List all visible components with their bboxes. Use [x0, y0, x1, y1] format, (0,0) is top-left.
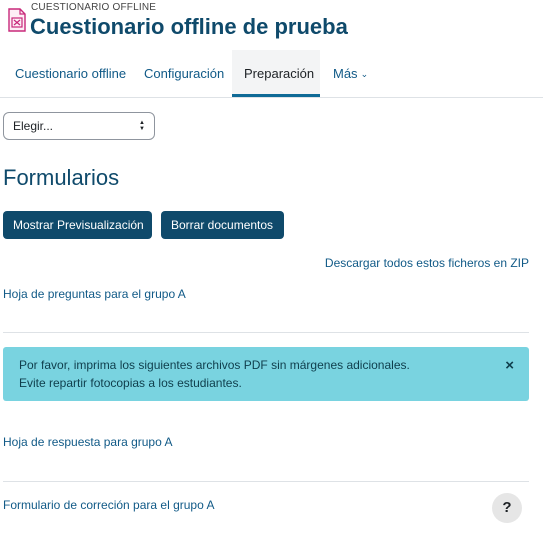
activity-type-label: CUESTIONARIO OFFLINE	[31, 2, 157, 13]
show-preview-button[interactable]: Mostrar Previsualización	[3, 211, 152, 239]
offline-quiz-icon	[8, 8, 26, 32]
divider	[3, 481, 529, 482]
page: CUESTIONARIO OFFLINE Cuestionario offlin…	[0, 0, 543, 539]
info-alert: Por favor, imprima los siguientes archiv…	[3, 347, 529, 401]
divider	[3, 332, 529, 333]
answer-sheet-link[interactable]: Hoja de respuesta para grupo A	[3, 435, 172, 449]
jump-select-value: Elegir...	[13, 119, 54, 133]
correction-form-link[interactable]: Formulario de correción para el grupo A	[3, 498, 214, 512]
secondary-navigation: Cuestionario offline Configuración Prepa…	[0, 50, 543, 98]
close-icon[interactable]: ×	[505, 357, 514, 375]
alert-line-2: Evite repartir fotocopias a los estudian…	[19, 376, 242, 390]
tab-configuracion[interactable]: Configuración	[132, 50, 236, 97]
question-sheet-link[interactable]: Hoja de preguntas para el grupo A	[3, 287, 186, 301]
chevron-down-icon: ⌄	[360, 69, 369, 79]
alert-line-1: Por favor, imprima los siguientes archiv…	[19, 358, 410, 372]
help-button[interactable]: ?	[492, 493, 522, 523]
tab-mas-label: Más	[333, 66, 358, 81]
tab-mas[interactable]: Más ⌄	[321, 50, 380, 97]
download-zip-link[interactable]: Descargar todos estos ficheros en ZIP	[325, 256, 529, 270]
tab-preparacion[interactable]: Preparación	[232, 50, 320, 97]
tab-cuestionario-offline[interactable]: Cuestionario offline	[3, 50, 138, 97]
section-title: Formularios	[3, 165, 120, 190]
select-arrows-icon: ▲ ▼	[139, 120, 145, 132]
page-title: Cuestionario offline de prueba	[30, 14, 348, 39]
delete-documents-button[interactable]: Borrar documentos	[161, 211, 284, 239]
jump-select[interactable]: Elegir... ▲ ▼	[3, 112, 155, 140]
